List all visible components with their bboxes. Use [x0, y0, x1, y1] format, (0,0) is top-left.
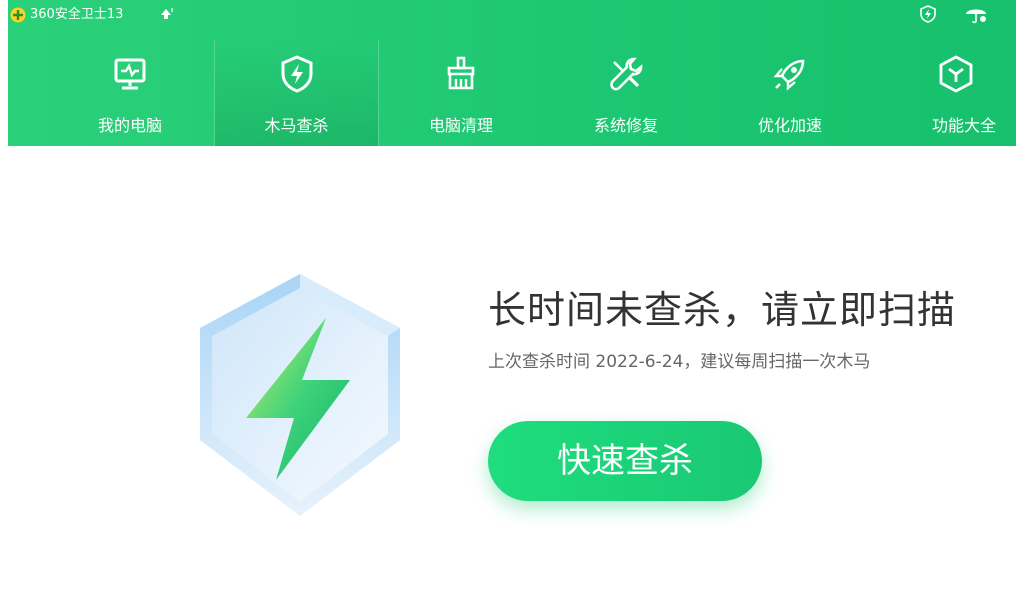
wrench-icon: [610, 57, 643, 91]
nav-item-cleanup[interactable]: 电脑清理: [379, 40, 543, 146]
last-scan-info: 上次查杀时间 2022-6-24，建议每周扫描一次木马: [488, 352, 871, 372]
upgrade-arrow-icon[interactable]: [158, 6, 174, 22]
nav-item-my-computer[interactable]: 我的电脑: [48, 40, 212, 146]
monitor-icon: [114, 58, 146, 90]
nav-item-all-functions[interactable]: 功能大全: [874, 40, 1016, 146]
nav-label: 我的电脑: [97, 116, 162, 135]
page-headline: 长时间未查杀，请立即扫描: [488, 288, 957, 332]
app-title: 360安全卫士13: [30, 7, 124, 22]
nav-label: 系统修复: [593, 116, 658, 135]
shield-lightning-icon: [281, 55, 312, 93]
quick-scan-button[interactable]: 快速查杀: [488, 421, 762, 501]
broom-icon: [447, 56, 475, 90]
main-nav: 我的电脑 木马查杀 电脑清理 系统修复 优化加速 功能大全: [8, 40, 1016, 146]
nav-label: 优化加速: [757, 116, 822, 135]
nav-label: 功能大全: [931, 116, 996, 135]
nav-item-speedup[interactable]: 优化加速: [708, 40, 872, 146]
umbrella-icon[interactable]: [964, 4, 988, 24]
shield-badge-icon[interactable]: [918, 4, 938, 24]
nav-item-trojan-scan[interactable]: 木马查杀: [215, 40, 378, 146]
title-bar: 360安全卫士13: [8, 0, 1016, 30]
360-logo-icon: [10, 7, 26, 23]
shield-lightning-illustration: [200, 274, 400, 516]
rocket-icon: [773, 59, 805, 91]
nav-label: 木马查杀: [264, 116, 329, 135]
app-header: 360安全卫士13 我的电脑 木马查杀 电脑清理 系统修复 优化加速 功能大全: [8, 0, 1016, 146]
nav-item-system-repair[interactable]: 系统修复: [544, 40, 708, 146]
cube-icon: [939, 55, 973, 93]
nav-label: 电脑清理: [428, 116, 493, 135]
